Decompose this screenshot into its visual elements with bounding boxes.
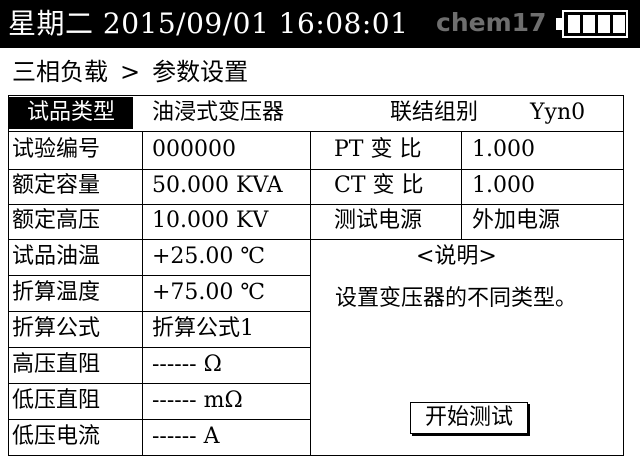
breadcrumb-current: 参数设置 <box>152 58 249 86</box>
low-voltage-current-label[interactable]: 低压电流 <box>12 420 100 454</box>
start-test-button[interactable]: 开始测试 <box>410 402 528 434</box>
high-voltage-resistance-label[interactable]: 高压直阻 <box>12 348 100 382</box>
battery-cell <box>613 15 625 33</box>
low-voltage-resistance-label[interactable]: 低压直阻 <box>12 384 100 418</box>
test-power-label[interactable]: 测试电源 <box>334 204 422 238</box>
pt-ratio-value[interactable]: 1.000 <box>472 133 535 167</box>
product-type-value[interactable]: 油浸式变压器 <box>152 96 284 130</box>
connection-group-value[interactable]: Yyn0 <box>530 96 585 130</box>
rated-high-voltage-label[interactable]: 额定高压 <box>12 204 100 238</box>
pt-ratio-label[interactable]: PT 变 比 <box>334 133 421 167</box>
conversion-formula-value[interactable]: 折算公式1 <box>152 312 254 346</box>
low-voltage-resistance-value: ------ mΩ <box>152 388 243 413</box>
note-title: <说明> <box>416 244 497 269</box>
breadcrumb: 三相负载 > 参数设置 <box>12 56 248 88</box>
high-voltage-resistance-value: ------ Ω <box>152 352 222 377</box>
note-text: 设置变压器的不同类型。 <box>335 286 578 311</box>
ct-ratio-value[interactable]: 1.000 <box>472 169 535 203</box>
test-number-label[interactable]: 试验编号 <box>12 133 100 167</box>
datetime: 星期二 2015/09/01 16:08:01 <box>8 7 409 40</box>
conversion-formula-label[interactable]: 折算公式 <box>12 312 100 346</box>
column-divider <box>310 131 311 456</box>
column-divider <box>461 131 462 239</box>
rated-high-voltage-value[interactable]: 10.000 KV <box>152 204 268 238</box>
column-divider <box>142 131 143 456</box>
row-divider <box>8 131 624 132</box>
battery-cell <box>598 15 610 33</box>
watermark: chem17 <box>436 8 547 37</box>
breadcrumb-separator: > <box>120 58 141 86</box>
battery-cell <box>568 15 580 33</box>
oil-temp-label[interactable]: 试品油温 <box>12 240 100 274</box>
status-bar: 星期二 2015/09/01 16:08:01 chem17 <box>0 0 640 48</box>
test-number-value[interactable]: 000000 <box>152 133 236 167</box>
converted-temp-value[interactable]: +75.00 ℃ <box>152 276 265 310</box>
oil-temp-value[interactable]: +25.00 ℃ <box>152 240 265 274</box>
ct-ratio-label[interactable]: CT 变 比 <box>334 169 424 203</box>
battery-icon <box>562 10 628 38</box>
connection-group-label[interactable]: 联结组别 <box>390 96 478 130</box>
product-type-label[interactable]: 试品类型 <box>9 97 133 129</box>
row-divider <box>8 239 624 240</box>
converted-temp-label[interactable]: 折算温度 <box>12 276 100 310</box>
test-power-value[interactable]: 外加电源 <box>472 204 560 238</box>
rated-capacity-label[interactable]: 额定容量 <box>12 169 100 203</box>
battery-cell <box>583 15 595 33</box>
rated-capacity-value[interactable]: 50.000 KVA <box>152 169 283 203</box>
breadcrumb-parent[interactable]: 三相负载 <box>12 58 108 86</box>
low-voltage-current-value: ------ A <box>152 424 220 449</box>
